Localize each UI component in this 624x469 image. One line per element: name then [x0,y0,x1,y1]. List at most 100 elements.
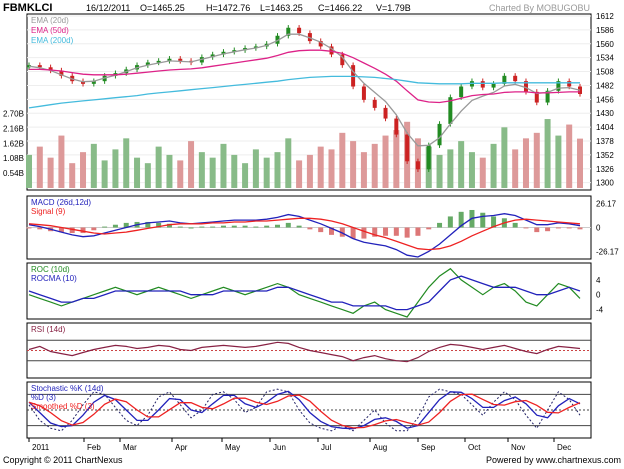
candle-body [437,123,442,146]
volume-bar [339,132,346,188]
macd-histogram-bar [426,227,432,230]
macd-histogram-bar [404,227,410,238]
price-y-tick-label: 1378 [596,137,614,146]
x-tick-label: Aug [373,443,387,452]
volume-bar [263,157,270,188]
volume-bar [328,149,335,188]
price-y-tick-label: 1300 [596,179,614,188]
rsi-legend: RSI (14d) [31,325,66,334]
volume-bar [58,135,65,188]
volume-y-tick-label: 0.54B [3,169,24,178]
copyright-label: Copyright © 2011 ChartNexus [3,455,123,465]
legend-ema200: EMA (200d) [31,36,74,45]
x-axis: 2011 Feb Mar Apr May Jun Jul Aug Sep Oct Nov Dec [28,438,571,452]
macd-line [28,213,581,258]
volume-bar [350,141,357,188]
legend-ema20: EMA (20d) [31,16,69,25]
macd-histogram-bar [210,226,216,228]
macd-histogram-bar [264,225,270,228]
volume-bar [144,163,151,188]
macd-histogram-bar [512,222,518,228]
volume-bar [220,143,227,188]
volume-bar [360,152,367,188]
volume-bar [69,163,76,188]
candle-body [372,99,377,108]
roc-panel-frame [26,262,592,320]
candle-body [459,86,464,98]
candle-body [491,83,496,88]
symbol-label: FBMKLCI [3,2,53,14]
volume-bar [447,149,454,188]
volume-bar [112,149,119,188]
candle-body [178,58,183,61]
macd-histogram-bar [437,222,443,228]
ema200-line [28,75,580,109]
stochastic-legend: Stochastic %K (14d) %D (3) Smoothed %D (… [31,384,104,411]
macd-histogram-bar [447,216,453,228]
volume-y-tick-label: 1.62B [3,139,24,148]
roc-y-tick-label: 4 [596,276,601,285]
x-tick-label: May [225,443,240,452]
stochastic-layer [27,388,591,432]
macd-layer: 26.17 0 -26.17 [26,199,619,258]
price-y-tick-label: 1430 [596,109,614,118]
x-tick-label: Dec [557,443,571,452]
volume-bar [544,119,551,188]
macd-histogram-bar [253,226,259,228]
macd-histogram-bar [523,227,529,229]
legend-ema50: EMA (50d) [31,26,69,35]
volume-bar [80,152,87,188]
volume-bar [306,154,313,188]
x-tick-label: Jul [321,443,331,452]
volume-bar [522,138,529,188]
macd-histogram-bar [361,227,367,239]
macd-histogram-bar [26,227,32,229]
price-y-tick-label: 1352 [596,151,614,160]
signal-line [28,217,581,251]
volume-bar [382,135,389,188]
open-label: O=1465.25 [140,3,185,13]
volume-bar [577,138,583,188]
volume-bar [436,154,443,188]
macd-histogram-bar [102,226,108,228]
price-y-ticks: 1612 1586 1560 1534 1508 1482 1456 1430 1404 1378… [596,12,614,188]
x-tick-label: Oct [468,443,481,452]
x-tick-label: 2011 [32,443,50,452]
macd-histogram-bar [199,226,205,228]
volume-bar [317,146,324,188]
volume-bar [501,127,508,188]
price-y-tick-label: 1482 [596,81,614,90]
candle-body [405,134,410,162]
volume-bar [252,149,259,188]
price-y-tick-label: 1404 [596,123,614,132]
volume-bar [166,154,173,188]
price-y-tick-label: 1534 [596,54,614,63]
volume-y-tick-label: 2.70B [3,110,24,119]
price-y-tick-label: 1560 [596,40,614,49]
macd-histogram-bar [350,227,356,239]
legend-stoch-k: Stochastic %K (14d) [31,384,104,393]
volume-bar [36,146,43,188]
price-legend: EMA (20d) EMA (50d) EMA (200d) [31,16,74,45]
macd-histogram-bar [37,227,43,230]
volume-bar [555,135,562,188]
macd-histogram-bar [112,224,118,228]
legend-stoch-smoothed: Smoothed %D (3) [31,402,95,411]
macd-histogram-bar [415,227,421,236]
powered-by-label: Powered by www.chartnexus.com [486,455,621,465]
roc-layer: 4 0 -4 [28,267,604,318]
macd-y-tick-label: -26.17 [596,248,619,257]
candle-body [567,81,572,87]
candle-body [394,118,399,135]
price-y-tick-label: 1456 [596,95,614,104]
low-label: L=1463.25 [260,3,303,13]
macd-histogram-bar [285,222,291,228]
macd-histogram-bar [545,227,551,232]
macd-histogram-bar [555,227,561,229]
volume-bar [566,124,573,188]
price-y-tick-label: 1508 [596,68,614,77]
volume-bar [296,160,303,188]
macd-histogram-bar [383,227,389,236]
volume-bar [285,138,292,188]
volume-bar [209,157,216,188]
